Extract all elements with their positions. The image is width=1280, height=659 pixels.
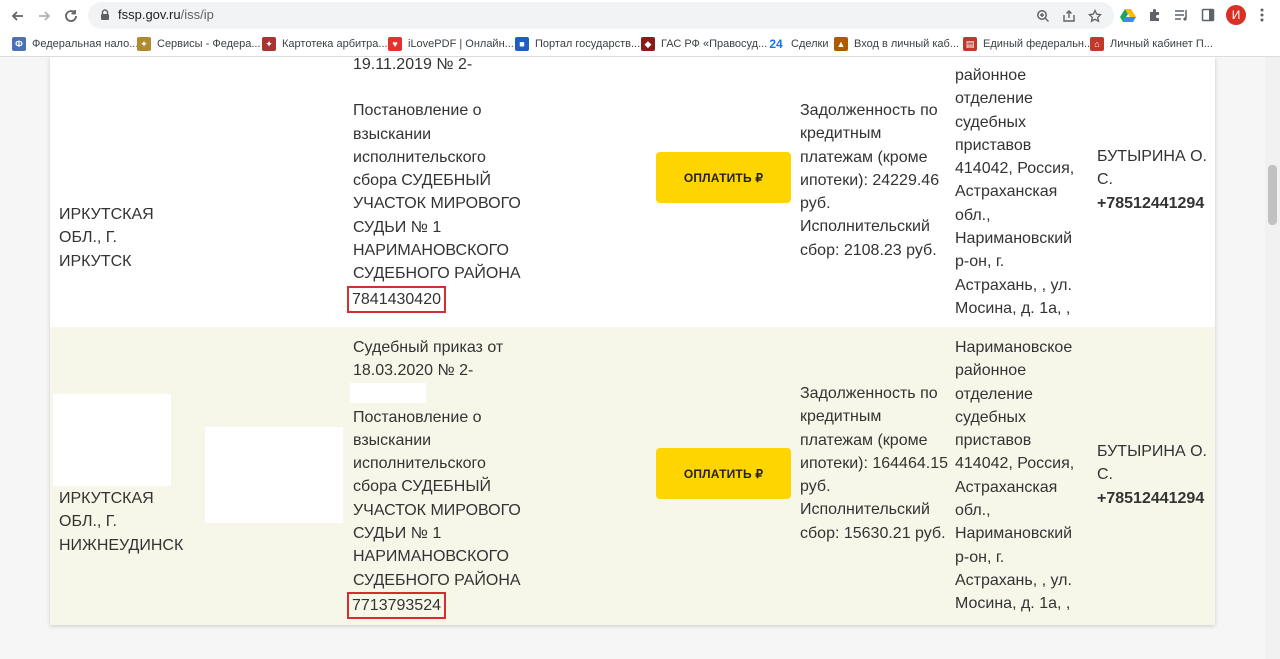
- redacted-area: [205, 427, 343, 523]
- reading-list-icon[interactable]: [1171, 5, 1191, 25]
- scrollbar-thumb[interactable]: [1268, 165, 1277, 225]
- url-host: fssp.gov.ru: [118, 7, 181, 22]
- bookmark-item[interactable]: ◆ ГАС РФ «Правосуд...: [641, 35, 767, 53]
- bookmark-label: Вход в личный каб...: [854, 38, 959, 50]
- eagle-emblem-icon: ✦: [137, 37, 151, 51]
- bookmark-label: iLovePDF | Онлайн...: [408, 38, 514, 50]
- document-description: Постановление о взыскании исполнительско…: [353, 408, 521, 589]
- bailiff-cell: БУТЫРИНА О. С. +78512441294: [1097, 145, 1212, 215]
- document-date: 19.11.2019 № 2-: [353, 57, 473, 73]
- bailiff-name: БУТЫРИНА О. С.: [1097, 148, 1207, 189]
- redacted-area: [53, 394, 171, 486]
- zoom-icon[interactable]: [1034, 7, 1052, 25]
- arrow-right-icon: [39, 11, 51, 21]
- kebab-menu-icon[interactable]: [1252, 5, 1272, 25]
- eagle-emblem-icon: ✦: [262, 37, 276, 51]
- bookmark-item[interactable]: ♥ iLovePDF | Онлайн...: [388, 35, 514, 53]
- tax-service-icon: Ф: [12, 37, 26, 51]
- bookmark-label: Федеральная нало...: [32, 38, 139, 50]
- bookmark-label: Единый федеральн...: [983, 38, 1094, 50]
- debt-cell: Задолженность по кредитным платежам (кро…: [800, 102, 940, 259]
- bookmark-label: Сервисы - Федера...: [157, 38, 261, 50]
- triangle-icon: ▲: [834, 37, 848, 51]
- share-icon[interactable]: [1060, 7, 1078, 25]
- inn-highlight: 7713793524: [347, 591, 446, 619]
- region-cell: ИРКУТСКАЯ ОБЛ., Г. НИЖНЕУДИНСК: [59, 490, 184, 554]
- debt-cell: Задолженность по кредитным платежам (кро…: [800, 385, 948, 542]
- reload-button[interactable]: [59, 4, 83, 28]
- bailiff-phone[interactable]: +78512441294: [1097, 487, 1212, 510]
- documents-cell: Судебный приказ от 18.03.2020 № 2- Поста…: [347, 336, 529, 619]
- bookmark-item[interactable]: ✦ Сервисы - Федера...: [137, 35, 261, 53]
- bookmark-label: ГАС РФ «Правосуд...: [661, 38, 768, 50]
- building-icon: ⌂: [1090, 37, 1104, 51]
- url-path: /iss/ip: [180, 7, 214, 22]
- star-icon[interactable]: [1086, 7, 1104, 25]
- back-button[interactable]: [6, 4, 30, 28]
- bookmarks-bar: Ф Федеральная нало... ✦ Сервисы - Федера...…: [0, 31, 1280, 57]
- url-text: fssp.gov.ru/iss/ip: [118, 7, 214, 22]
- address-bar[interactable]: fssp.gov.ru/iss/ip: [88, 2, 1114, 29]
- reload-icon: [65, 10, 77, 22]
- flag-icon: ■: [515, 37, 529, 51]
- bookmark-item[interactable]: ▲ Вход в личный каб...: [834, 35, 959, 53]
- bookmark-item[interactable]: ■ Портал государств...: [515, 35, 640, 53]
- bookmark-label: Картотека арбитра...: [282, 38, 388, 50]
- extensions-puzzle-icon[interactable]: [1145, 5, 1165, 25]
- browser-toolbar: fssp.gov.ru/iss/ip И: [0, 0, 1280, 31]
- number-24-icon: 24: [769, 37, 783, 51]
- bookmark-item[interactable]: Ф Федеральная нало...: [12, 35, 138, 53]
- inn-highlight: 7841430420: [347, 285, 446, 313]
- bookmark-item[interactable]: ⌂ Личный кабинет П...: [1090, 35, 1213, 53]
- bookmark-item[interactable]: 24 Сделки: [767, 35, 829, 53]
- drive-icon[interactable]: [1118, 5, 1138, 25]
- bailiff-name: БУТЫРИНА О. С.: [1097, 443, 1207, 484]
- pay-button[interactable]: ОПЛАТИТЬ ₽: [656, 448, 791, 499]
- enforcement-results-table: ИРКУТСКАЯ ОБЛ., Г. ИРКУТСК 19.11.2019 № …: [50, 57, 1215, 625]
- side-panel-icon[interactable]: [1198, 5, 1218, 25]
- arrow-left-icon: [11, 11, 23, 21]
- documents-cell: 19.11.2019 № 2- Постановление о взыскани…: [347, 57, 529, 313]
- department-cell: районное отделение судебных приставов 41…: [955, 67, 1075, 317]
- lock-icon: [101, 9, 109, 20]
- bookmark-label: Сделки: [791, 38, 829, 50]
- profile-initial: И: [1231, 8, 1241, 22]
- emblem-icon: ◆: [641, 37, 655, 51]
- pay-button[interactable]: ОПЛАТИТЬ ₽: [656, 152, 791, 203]
- profile-avatar[interactable]: И: [1226, 5, 1246, 25]
- table-row: ИРКУТСКАЯ ОБЛ., Г. НИЖНЕУДИНСК Судебный …: [50, 327, 1215, 625]
- document-icon: ▤: [963, 37, 977, 51]
- document-date: Судебный приказ от 18.03.2020 № 2-: [353, 339, 504, 380]
- region-cell: ИРКУТСКАЯ ОБЛ., Г. ИРКУТСК: [59, 206, 154, 270]
- bookmark-label: Личный кабинет П...: [1110, 38, 1213, 50]
- bailiff-phone[interactable]: +78512441294: [1097, 192, 1212, 215]
- document-description: Постановление о взыскании исполнительско…: [353, 102, 521, 283]
- vertical-scrollbar[interactable]: [1265, 57, 1280, 659]
- bookmark-item[interactable]: ✦ Картотека арбитра...: [262, 35, 388, 53]
- forward-button[interactable]: [32, 4, 56, 28]
- table-row: ИРКУТСКАЯ ОБЛ., Г. ИРКУТСК 19.11.2019 № …: [50, 57, 1215, 327]
- bailiff-cell: БУТЫРИНА О. С. +78512441294: [1097, 440, 1212, 510]
- bookmark-label: Портал государств...: [535, 38, 641, 50]
- page-viewport: ИРКУТСКАЯ ОБЛ., Г. ИРКУТСК 19.11.2019 № …: [0, 57, 1265, 659]
- bookmark-item[interactable]: ▤ Единый федеральн...: [963, 35, 1093, 53]
- department-cell: Наримановское районное отделение судебны…: [955, 339, 1075, 613]
- heart-icon: ♥: [388, 37, 402, 51]
